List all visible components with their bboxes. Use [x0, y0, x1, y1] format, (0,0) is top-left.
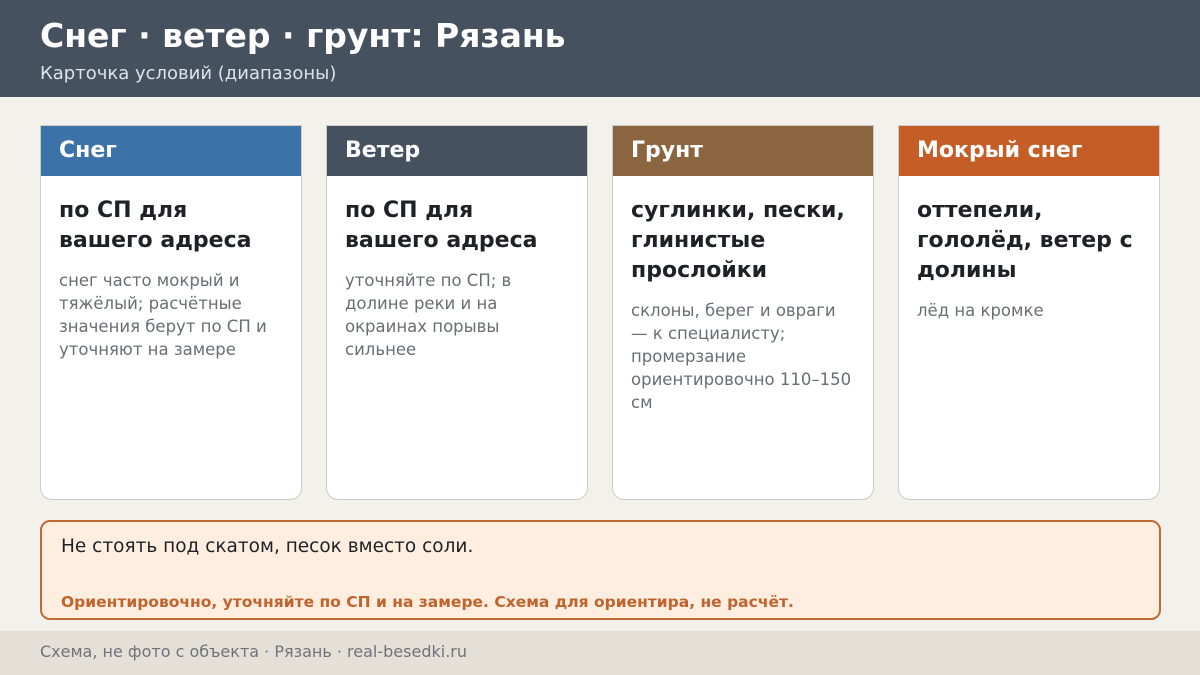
card-main-text: оттепели, гололёд, ветер с долины	[917, 198, 1133, 283]
page-subtitle: Карточка условий (диапазоны)	[40, 63, 337, 84]
card-main-text: по СП для вашего адреса	[59, 198, 252, 253]
notice-box: Не стоять под скатом, песок вместо соли.…	[40, 520, 1161, 620]
notice-warning: Ориентировочно, уточняйте по СП и на зам…	[61, 593, 794, 611]
page-title: Снег · ветер · грунт: Рязань	[40, 16, 566, 55]
card-main-text: по СП для вашего адреса	[345, 198, 538, 253]
card-note: лёд на кромке	[917, 301, 1044, 320]
header-bar: Снег · ветер · грунт: Рязань Карточка ус…	[0, 0, 1200, 97]
card-main-text: суглинки, пески, глинистые прослойки	[631, 198, 845, 283]
card-wet-snow: Мокрый снег оттепели, гололёд, ветер с д…	[898, 125, 1160, 500]
footer-bar: Схема, не фото с объекта · Рязань · real…	[0, 631, 1200, 675]
card-heading: Мокрый снег	[899, 126, 1159, 176]
card-soil: Грунт суглинки, пески, глинистые прослой…	[612, 125, 874, 500]
card-heading: Ветер	[327, 126, 587, 176]
card-note: снег часто мокрый и тяжёлый; расчётные з…	[59, 271, 267, 359]
card-note: склоны, берег и овраги — к специалисту; …	[631, 301, 852, 412]
notice-text: Не стоять под скатом, песок вместо соли.	[61, 536, 474, 557]
card-heading: Грунт	[613, 126, 873, 176]
card-note: уточняйте по СП; в долине реки и на окра…	[345, 271, 512, 359]
card-snow: Снег по СП для вашего адреса снег часто …	[40, 125, 302, 500]
card-wind: Ветер по СП для вашего адреса уточняйте …	[326, 125, 588, 500]
footer-text: Схема, не фото с объекта · Рязань · real…	[40, 642, 467, 661]
card-heading: Снег	[41, 126, 301, 176]
